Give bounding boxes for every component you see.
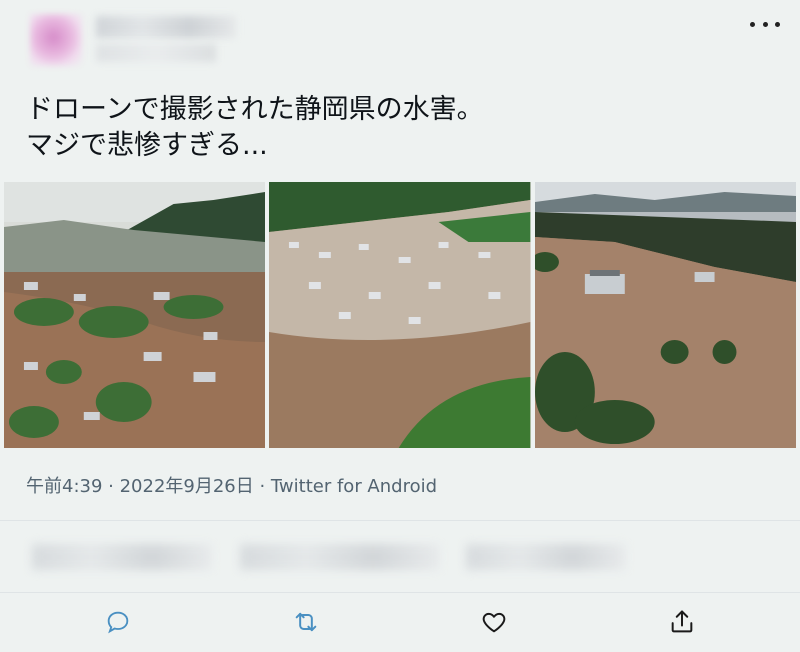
tweet-text-line-2: マジで悲惨すぎる... xyxy=(26,130,268,161)
tweet-text: ドローンで撮影された静岡県の水害。 マジで悲惨すぎる... xyxy=(26,92,766,164)
share-icon[interactable] xyxy=(666,606,698,638)
reply-icon[interactable] xyxy=(102,606,134,638)
flood-photo-2[interactable] xyxy=(269,182,531,448)
flood-photo-1[interactable] xyxy=(4,182,266,448)
display-name-blurred[interactable] xyxy=(96,16,236,38)
tweet-timestamp[interactable]: 午前4:39 · 2022年9月26日 · Twitter for Androi… xyxy=(26,472,437,498)
tweet-text-line-1: ドローンで撮影された静岡県の水害。 xyxy=(26,94,484,125)
retweet-icon[interactable] xyxy=(290,606,322,638)
dot xyxy=(750,21,755,27)
more-options-icon[interactable] xyxy=(750,14,780,34)
engagement-stats-blurred xyxy=(26,540,786,576)
avatar[interactable] xyxy=(30,14,82,66)
like-count-blurred[interactable] xyxy=(466,544,626,570)
retweet-count-blurred[interactable] xyxy=(32,544,212,570)
tweet-actions xyxy=(0,600,800,644)
divider xyxy=(0,520,800,521)
user-handle-blurred[interactable] xyxy=(96,44,216,62)
divider xyxy=(0,592,800,593)
dot xyxy=(775,21,780,27)
flood-photo-3[interactable] xyxy=(534,182,796,448)
photo-grid xyxy=(4,182,796,448)
quote-count-blurred[interactable] xyxy=(240,544,440,570)
tweet-header xyxy=(0,0,800,90)
dot xyxy=(762,21,768,27)
heart-icon[interactable] xyxy=(478,606,510,638)
